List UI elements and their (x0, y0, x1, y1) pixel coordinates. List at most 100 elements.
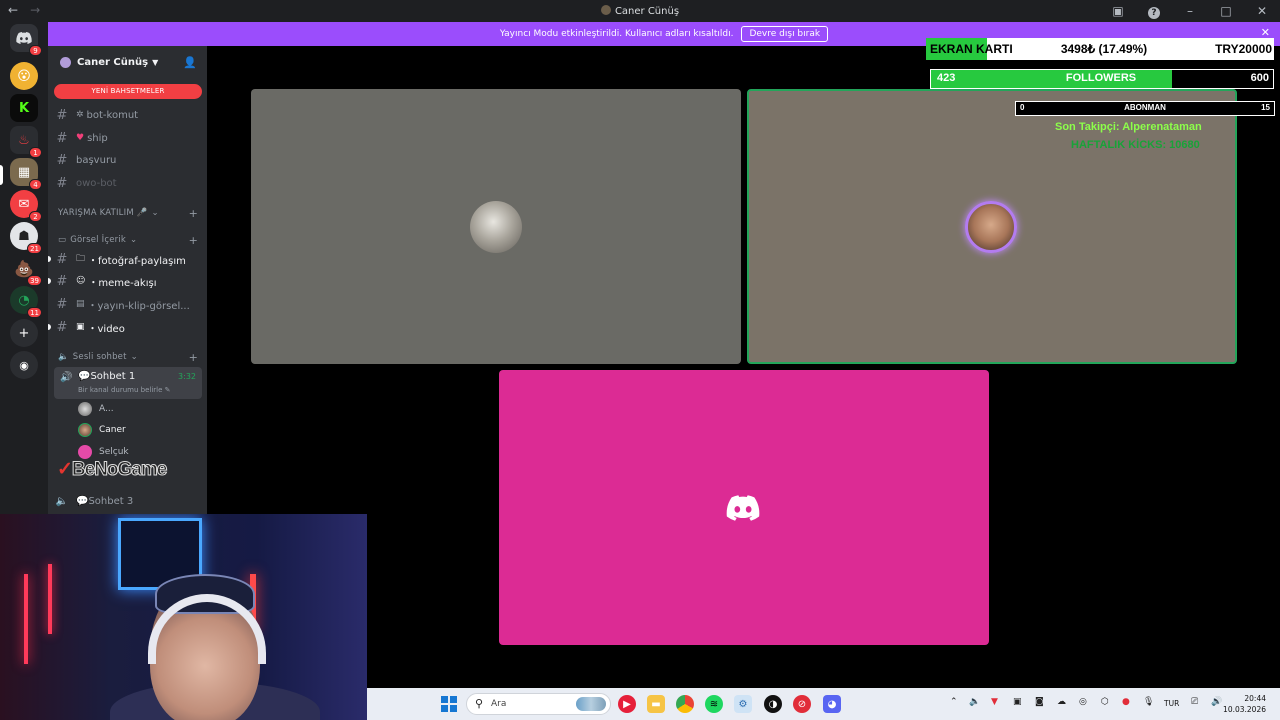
channel-label: ・meme-akışı (88, 277, 157, 289)
help-icon[interactable]: ? (1146, 3, 1162, 19)
server-icon-emoji[interactable]: 😮 (10, 62, 38, 90)
server-icon-selected[interactable]: ▦ 4 (10, 158, 42, 190)
home-button[interactable]: 9 (10, 24, 42, 56)
avatar (470, 201, 522, 253)
server-name: Caner Cünüş (77, 56, 149, 68)
channel-label: başvuru (76, 154, 117, 166)
member-name: Caner (99, 425, 126, 435)
voice-channel-sohbet-3[interactable]: 🔈 💬 Sohbet 3 (54, 491, 202, 511)
tray-app-icon[interactable]: ▣ (1013, 697, 1022, 707)
category-label: Görsel İçerik (70, 235, 127, 245)
invite-user-icon[interactable]: 👤 (183, 56, 197, 69)
gpu-goal-amount: 3498₺ (17.49%) (1060, 42, 1148, 56)
channel-fotograf-paylasim[interactable]: # 🗀 ・fotoğraf-paylaşım (48, 249, 202, 269)
channel-bot-komut[interactable]: # ✲ bot-komut (54, 105, 202, 125)
speaker-active-icon: 🔊 (60, 372, 73, 383)
chevron-down-icon: ⌄ (151, 208, 159, 218)
channel-ship[interactable]: # ♥ ship (54, 128, 202, 148)
category-sesli-sohbet[interactable]: 🔈 Sesli sohbet ⌄ + (58, 351, 198, 364)
server-icon-fire[interactable]: ♨ 1 (10, 126, 42, 158)
recording-icon[interactable]: ● (1122, 697, 1130, 707)
volume-mixer-icon[interactable]: 🔈 (969, 697, 980, 707)
server-emblem-icon (60, 56, 71, 68)
display-icon[interactable]: ⎚ (1191, 697, 1198, 707)
server-icon-chat[interactable]: ✉ 2 (10, 190, 42, 222)
category-gorsel-icerik[interactable]: ▭ Görsel İçerik ⌄ + (58, 234, 198, 247)
gpu-goal-title: EKRAN KARTI (930, 42, 1013, 56)
add-server-button[interactable]: + (10, 319, 38, 347)
disable-streamer-mode-button[interactable]: Devre dışı bırak (741, 26, 829, 42)
channel-status-prompt[interactable]: Bir kanal durumu belirle ✎ (78, 386, 171, 394)
onedrive-icon[interactable]: ☁ (1057, 697, 1066, 707)
inbox-icon[interactable]: ▣ (1110, 3, 1126, 19)
microphone-icon[interactable]: 🎙 (1143, 697, 1154, 707)
folder-icon: ▭ (58, 235, 67, 245)
channel-video[interactable]: # ▣ ・video (48, 317, 202, 337)
voice-channel-label: Sohbet 1 (90, 371, 136, 382)
close-button[interactable]: ✕ (1254, 3, 1270, 19)
voice-member[interactable]: Selçuk (78, 445, 129, 459)
avatar-speaking (965, 201, 1017, 253)
maximize-button[interactable]: □ (1218, 3, 1234, 19)
video-tile-user-a[interactable] (251, 89, 741, 364)
unread-badge: 39 (27, 275, 42, 286)
obs-icon[interactable]: ◑ (764, 695, 782, 713)
category-label: YARIŞMA KATILIM 🎤 (58, 208, 148, 218)
new-mentions-pill[interactable]: YENİ BAHSETMELER (54, 84, 202, 99)
server-icon-poop[interactable]: 💩 39 (10, 254, 42, 286)
close-icon[interactable]: ✕ (1261, 26, 1270, 39)
app-icon[interactable]: ⊘ (793, 695, 811, 713)
add-channel-icon[interactable]: + (189, 351, 198, 364)
tray-game-icon[interactable]: ◙ (1035, 697, 1044, 707)
hash-icon: # (56, 251, 68, 267)
watermark-logo: ✓BeNoGame (57, 458, 168, 481)
steam-icon[interactable]: ◎ (1079, 697, 1087, 707)
start-button[interactable] (440, 695, 458, 713)
channel-label: ・fotoğraf-paylaşım (88, 255, 186, 267)
unread-indicator (48, 278, 51, 284)
voice-channel-name: 💬Sohbet 1 (78, 371, 135, 382)
category-yarisma[interactable]: YARIŞMA KATILIM 🎤 ⌄ + (58, 207, 198, 220)
antivirus-icon[interactable]: ▼ (991, 697, 998, 707)
settings-icon[interactable]: ⚙ (734, 695, 752, 713)
voice-channel-sohbet-1[interactable]: 🔊 💬Sohbet 1 3:32 Bir kanal durumu belirl… (54, 367, 202, 399)
video-tile-user-selcuk[interactable] (499, 370, 989, 645)
voice-member[interactable]: A... (78, 402, 114, 416)
speaker-icon[interactable]: 🔊 (1211, 697, 1222, 707)
add-channel-icon[interactable]: + (189, 207, 198, 220)
network-icon[interactable]: ⬡ (1101, 697, 1109, 707)
windows-logo-icon (450, 696, 457, 703)
explore-servers-button[interactable]: ◉ (10, 351, 38, 379)
channel-owo-bot[interactable]: # owo-bot (54, 173, 202, 193)
server-icon-speed[interactable]: ◔ 11 (10, 286, 42, 318)
subs-label: ABONMAN (1124, 103, 1166, 112)
spotify-icon[interactable]: ≋ (705, 695, 723, 713)
chevron-down-icon: ▼ (152, 57, 159, 67)
language-indicator[interactable]: TUR (1164, 699, 1179, 708)
discord-taskbar-icon[interactable]: ◕ (823, 695, 841, 713)
media-player-icon[interactable]: ▶ (618, 695, 636, 713)
chrome-icon[interactable] (676, 695, 694, 713)
speaker-icon: 🔈 (58, 352, 69, 362)
followers-goal: 600 (1250, 72, 1269, 84)
voice-member[interactable]: Caner (78, 423, 126, 437)
unread-badge: 4 (29, 179, 42, 190)
taskbar-clock[interactable]: 20:44 10.03.2026 (1223, 693, 1266, 715)
add-channel-icon[interactable]: + (189, 234, 198, 247)
taskbar-search[interactable]: ⚲ Ara (466, 693, 611, 715)
chevron-down-icon: ⌄ (130, 352, 138, 362)
avatar (78, 423, 92, 437)
hash-icon: # (56, 152, 68, 168)
channel-basvuru[interactable]: # başvuru (54, 150, 202, 170)
unread-indicator (48, 324, 51, 330)
minimize-button[interactable]: – (1182, 3, 1198, 19)
server-icon-kick[interactable]: K (10, 94, 38, 122)
server-header[interactable]: Caner Cünüş ▼ 👤 (48, 46, 207, 78)
chevron-up-icon[interactable]: ⌃ (950, 697, 958, 707)
gpu-goal-widget: EKRAN KARTI 3498₺ (17.49%) TRY20000 ✕ (926, 27, 1274, 60)
server-icon-game[interactable]: ☗ 21 (10, 222, 42, 254)
avatar (78, 402, 92, 416)
channel-meme-akisi[interactable]: # ☺ ・meme-akışı (48, 271, 202, 291)
channel-yayin-klip[interactable]: # ▤ ・yayın-klip-görsel... (54, 294, 202, 314)
file-explorer-icon[interactable]: ▬ (647, 695, 665, 713)
